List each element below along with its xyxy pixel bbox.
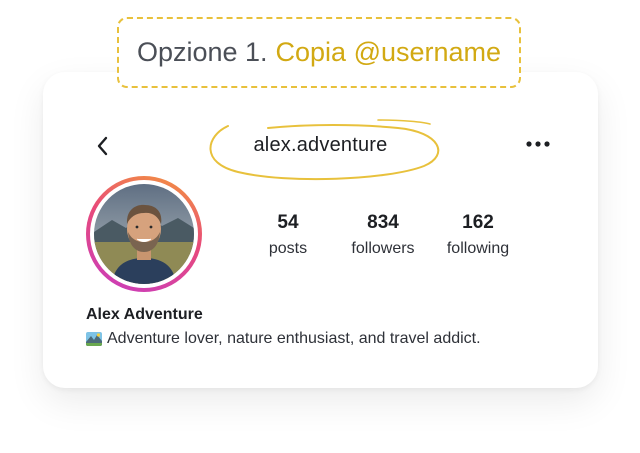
- stat-label: followers: [351, 240, 415, 257]
- copy-username-callout: Opzione 1. Copia @username: [117, 17, 521, 88]
- more-horizontal-icon: [526, 141, 550, 147]
- stat-followers[interactable]: 834 followers: [338, 212, 428, 258]
- stat-value: 54: [277, 212, 299, 233]
- national-park-emoji: [86, 332, 102, 346]
- stat-label: posts: [268, 240, 308, 257]
- avatar-portrait: [94, 184, 194, 284]
- stage: Opzione 1. Copia @username alex.adventur…: [0, 0, 640, 453]
- stat-value: 834: [367, 212, 399, 233]
- profile-display-name: Alex Adventure: [86, 306, 203, 323]
- stat-following[interactable]: 162 following: [433, 212, 523, 258]
- bio-text: Adventure lover, nature enthusiast, and …: [107, 330, 481, 347]
- profile-card: alex.adventure 54 posts 834 followers 16…: [43, 72, 598, 388]
- callout-option-label: Opzione 1.: [136, 37, 268, 67]
- more-options-button[interactable]: [521, 136, 555, 152]
- profile-stats: 54 posts 834 followers 162 following: [243, 212, 523, 258]
- profile-username[interactable]: alex.adventure: [43, 134, 598, 157]
- stat-value: 162: [462, 212, 494, 233]
- callout-action-label: Copia @username: [275, 37, 502, 67]
- stat-posts[interactable]: 54 posts: [243, 212, 333, 258]
- avatar[interactable]: [86, 176, 202, 292]
- stat-label: following: [446, 240, 510, 257]
- avatar-photo: [94, 184, 194, 284]
- profile-bio: Adventure lover, nature enthusiast, and …: [86, 330, 481, 348]
